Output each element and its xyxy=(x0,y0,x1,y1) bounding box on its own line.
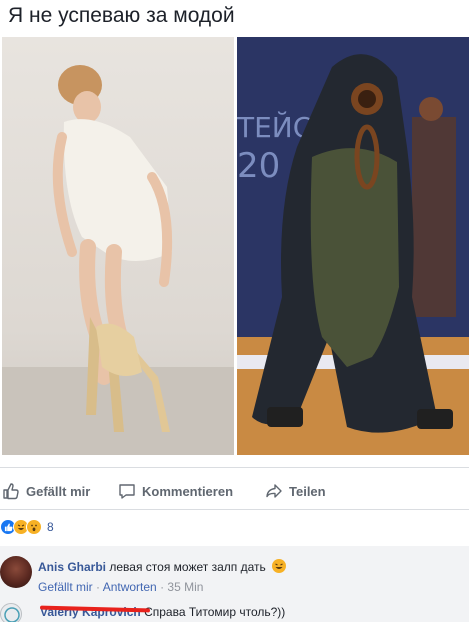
divider-middle xyxy=(0,509,469,510)
comment-time[interactable]: 35 Min xyxy=(167,580,203,594)
comment-author[interactable]: Anis Gharbi xyxy=(38,560,106,574)
svg-text:20: 20 xyxy=(237,146,280,186)
reactions-summary[interactable]: 8 xyxy=(0,519,54,535)
photo-left-model-heelless-shoes xyxy=(2,37,234,455)
like-button-label: Gefällt mir xyxy=(26,483,91,499)
comment-button-label: Kommentieren xyxy=(142,483,234,499)
comment-text: Справа Титомир чтоль?)) xyxy=(144,605,286,619)
comment-meta: Gefällt mir · Antworten · 35 Min xyxy=(38,580,203,594)
laughing-emoji-icon xyxy=(272,559,287,573)
divider-top xyxy=(0,467,469,468)
post-title: Я не успеваю за модой xyxy=(8,4,235,27)
avatar[interactable] xyxy=(0,556,32,588)
like-button[interactable]: Gefällt mir xyxy=(2,482,90,500)
comment-text: левая стоя может залп дать xyxy=(109,560,266,574)
thumbs-up-icon xyxy=(3,483,19,500)
comment-bubble-icon xyxy=(119,484,135,499)
avatar[interactable] xyxy=(0,603,22,622)
share-arrow-icon xyxy=(266,484,282,498)
photo-left-illustration xyxy=(2,65,234,455)
comment-button[interactable]: Kommentieren xyxy=(118,482,233,500)
share-button[interactable]: Teilen xyxy=(265,482,326,500)
comment-item: Anis Gharbi левая стоя может залп дать xyxy=(38,559,287,574)
comment-like-link[interactable]: Gefällt mir xyxy=(38,580,93,594)
post-photo[interactable]: ТЕЙС 20 xyxy=(2,37,469,455)
photo-right-illustration: ТЕЙС 20 xyxy=(237,37,469,455)
meta-separator: · xyxy=(96,580,101,594)
reaction-count[interactable]: 8 xyxy=(47,520,54,534)
share-button-label: Teilen xyxy=(289,483,326,499)
photo-right-model-costume: ТЕЙС 20 xyxy=(237,37,469,455)
comment-reply-link[interactable]: Antworten xyxy=(103,580,157,594)
meta-separator: · xyxy=(160,580,165,594)
wow-reaction-icon xyxy=(26,519,42,535)
post-actions-bar: Gefällt mir Kommentieren Teilen xyxy=(0,476,469,506)
